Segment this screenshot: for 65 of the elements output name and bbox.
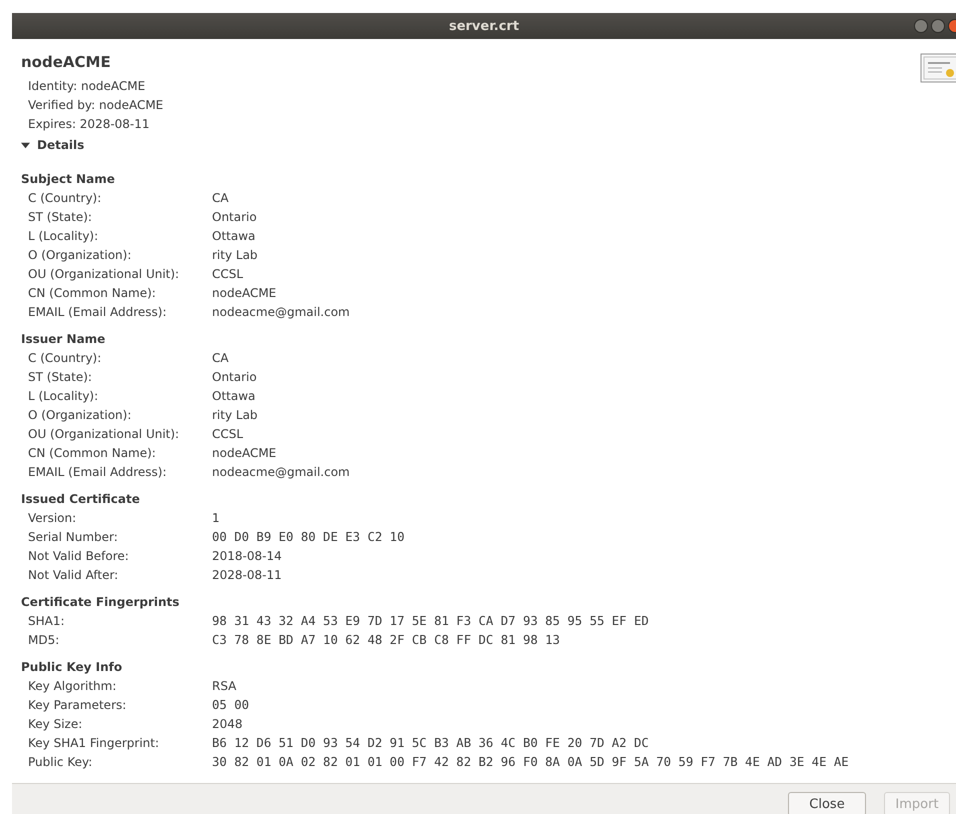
window-title: server.crt [448,18,520,34]
field-value: 2048 [212,716,244,733]
close-button[interactable]: Close [788,792,866,814]
field-value: CCSL [212,266,244,283]
field-label: L (Locality): [28,388,100,405]
field-label: ST (State): [28,369,93,386]
field-value: 2028-08-11 [212,567,283,584]
field-label: Version: [28,510,78,527]
field-label: O (Organization): [28,407,132,424]
field-value: 00 D0 B9 E0 80 DE E3 C2 10 [212,529,406,546]
field-value: 1 [212,510,221,527]
field-label: ST (State): [28,209,93,226]
field-value: 2018-08-14 [212,548,283,565]
details-expander[interactable]: Details [21,138,84,152]
section-title: Issued Certificate [21,491,141,508]
field-label: SHA1: [28,613,66,630]
field-label: Not Valid Before: [28,548,130,565]
field-value: CA [212,190,230,207]
field-label: C (Country): [28,190,102,207]
field-value: B6 12 D6 51 D0 93 54 D2 91 5C B3 AB 36 4C B0 FE 20 7D A2 DC [212,735,650,752]
summary-text: Expires: 2028-08-11 [28,116,151,133]
field-label: OU (Organizational Unit): [28,266,180,283]
field-value: rity Lab [212,407,259,424]
field-label: Key Parameters: [28,697,128,714]
field-label: OU (Organizational Unit): [28,426,180,443]
field-value: nodeacme@gmail.com [212,304,351,321]
field-label: C (Country): [28,350,102,367]
caret-icon [21,140,30,150]
field-label: EMAIL (Email Address): [28,464,168,481]
field-value: 30 82 01 0A 02 82 01 01 00 F7 42 82 B2 96 F0 8A 0A 5D 9F 5A 70 59 F7 7B 4E AD 3E 4E AE [212,754,850,771]
field-value: nodeACME [212,445,278,462]
field-value: Ontario [212,369,258,386]
field-label: CN (Common Name): [28,445,157,462]
field-label: Public Key: [28,754,94,771]
field-value: Ottawa [212,228,256,245]
field-label: MD5: [28,632,60,649]
field-value: nodeacme@gmail.com [212,464,351,481]
field-value: 05 00 [212,697,250,714]
field-value: rity Lab [212,247,259,264]
section-title: Public Key Info [21,659,124,676]
field-label: Key Algorithm: [28,678,118,695]
field-value: Ottawa [212,388,256,405]
field-label: EMAIL (Email Address): [28,304,168,321]
field-label: CN (Common Name): [28,285,157,302]
minimize-button[interactable] [914,19,928,33]
field-value: Ontario [212,209,258,226]
field-value: RSA [212,678,238,695]
field-value: CCSL [212,426,244,443]
section-title: Certificate Fingerprints [21,594,180,611]
field-label: Key SHA1 Fingerprint: [28,735,160,752]
section-title: Issuer Name [21,331,106,348]
maximize-button[interactable] [931,19,945,33]
summary-text: Verified by: nodeACME [28,97,164,114]
certificate-name: nodeACME [21,53,111,71]
field-value: nodeACME [212,285,278,302]
field-value: C3 78 8E BD A7 10 62 48 2F CB C8 FF DC 81 98 13 [212,632,561,649]
summary-text: Identity: nodeACME [28,78,146,95]
field-value: CA [212,350,230,367]
field-label: Key Size: [28,716,84,733]
field-value: 98 31 43 32 A4 53 E9 7D 17 5E 81 F3 CA D7 93 85 95 55 EF ED [212,613,650,630]
field-label: Serial Number: [28,529,119,546]
section-title: Subject Name [21,171,116,188]
field-label: Not Valid After: [28,567,120,584]
field-label: L (Locality): [28,228,100,245]
field-label: O (Organization): [28,247,132,264]
